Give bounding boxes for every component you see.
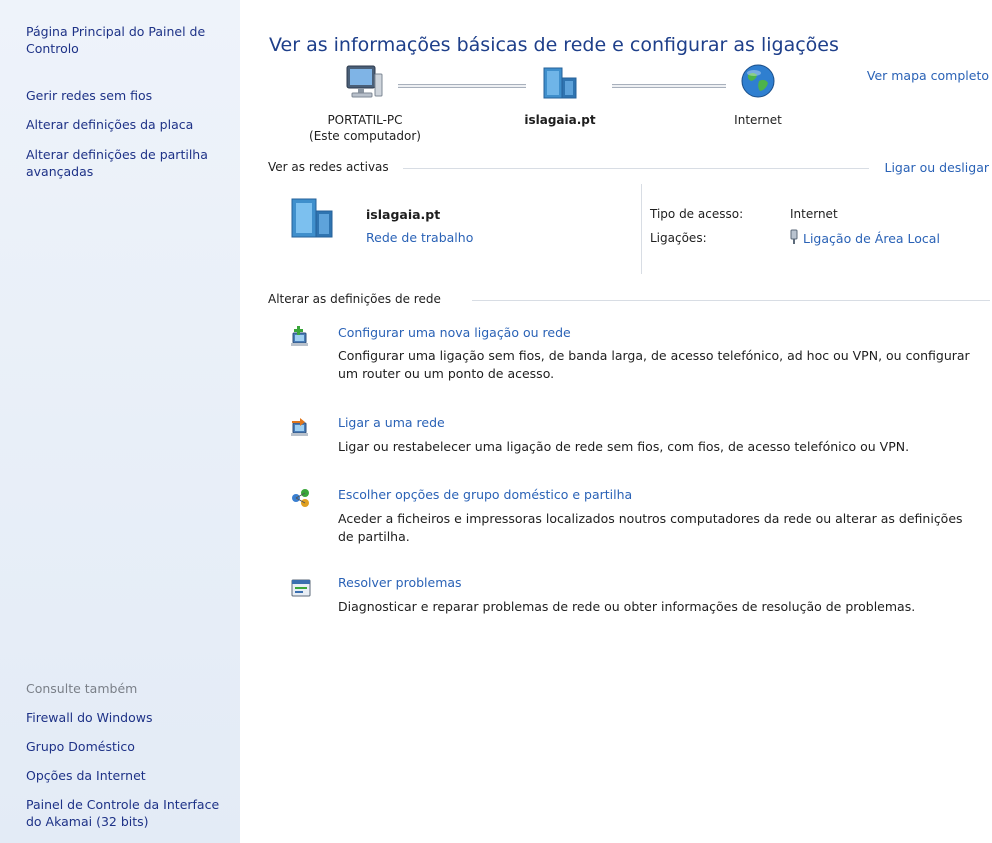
task-new-connection-link[interactable]: Configurar uma nova ligação ou rede (338, 325, 571, 340)
sidebar-link-manage-wireless[interactable]: Gerir redes sem fios (26, 87, 231, 104)
sidebar-link-homegroup[interactable]: Grupo Doméstico (26, 738, 231, 755)
computer-icon (344, 64, 384, 100)
map-computer-label: PORTATIL-PC (Este computador) (280, 112, 450, 144)
sidebar-link-control-panel-home[interactable]: Página Principal do Painel de Controlo (26, 23, 231, 57)
connections-label: Ligações: (650, 231, 707, 245)
troubleshoot-icon (290, 577, 312, 599)
active-networks-heading: Ver as redes activas (268, 160, 389, 174)
active-networks-divider (641, 184, 642, 274)
access-type-label: Tipo de acesso: (650, 207, 744, 221)
task-homegroup-desc: Aceder a ficheiros e impressoras localiz… (338, 511, 963, 544)
sidebar: Página Principal do Painel de Controlo G… (0, 0, 240, 843)
main-content: Ver as informações básicas de rede e con… (240, 0, 992, 843)
sidebar-link-firewall[interactable]: Firewall do Windows (26, 709, 231, 726)
sidebar-link-internet-options[interactable]: Opções da Internet (26, 767, 231, 784)
network-type-link[interactable]: Rede de trabalho (366, 230, 473, 245)
sidebar-link-advanced-sharing[interactable]: Alterar definições de partilha avançadas (26, 146, 231, 180)
sidebar-link-akamai[interactable]: Painel de Controle da Interface do Akama… (26, 796, 231, 830)
access-type-value: Internet (790, 207, 838, 221)
active-network-icon (290, 196, 336, 240)
map-connector-line-2 (612, 84, 726, 88)
task-connect-network-link[interactable]: Ligar a uma rede (338, 415, 445, 430)
map-connector-line-1 (398, 84, 526, 88)
internet-globe-icon (740, 63, 776, 99)
see-also-heading: Consulte também (26, 681, 138, 696)
active-network-name: islagaia.pt (366, 207, 441, 222)
connect-network-icon (290, 415, 312, 437)
domain-network-icon (542, 66, 580, 100)
local-connection-icon (788, 229, 800, 245)
task-new-connection-desc: Configurar uma ligação sem fios, de band… (338, 348, 970, 381)
task-troubleshoot-link[interactable]: Resolver problemas (338, 575, 462, 590)
homegroup-icon (290, 487, 312, 509)
page-title: Ver as informações básicas de rede e con… (269, 34, 839, 56)
active-networks-rule (403, 168, 869, 169)
map-computer-name: PORTATIL-PC (327, 113, 403, 127)
new-connection-icon (290, 325, 312, 347)
task-homegroup-link[interactable]: Escolher opções de grupo doméstico e par… (338, 487, 632, 502)
task-troubleshoot-desc: Diagnosticar e reparar problemas de rede… (338, 599, 916, 614)
change-settings-heading: Alterar as definições de rede (268, 292, 441, 306)
sidebar-link-adapter-settings[interactable]: Alterar definições da placa (26, 116, 231, 133)
change-settings-rule (472, 300, 990, 301)
connect-disconnect-link[interactable]: Ligar ou desligar (884, 160, 989, 175)
local-area-connection-link[interactable]: Ligação de Área Local (803, 231, 940, 246)
map-network-name: islagaia.pt (524, 113, 596, 127)
full-map-link[interactable]: Ver mapa completo (867, 68, 989, 83)
task-connect-network-desc: Ligar ou restabelecer uma ligação de red… (338, 439, 910, 454)
map-computer-note: (Este computador) (309, 129, 421, 143)
map-internet-label: Internet (734, 113, 782, 127)
